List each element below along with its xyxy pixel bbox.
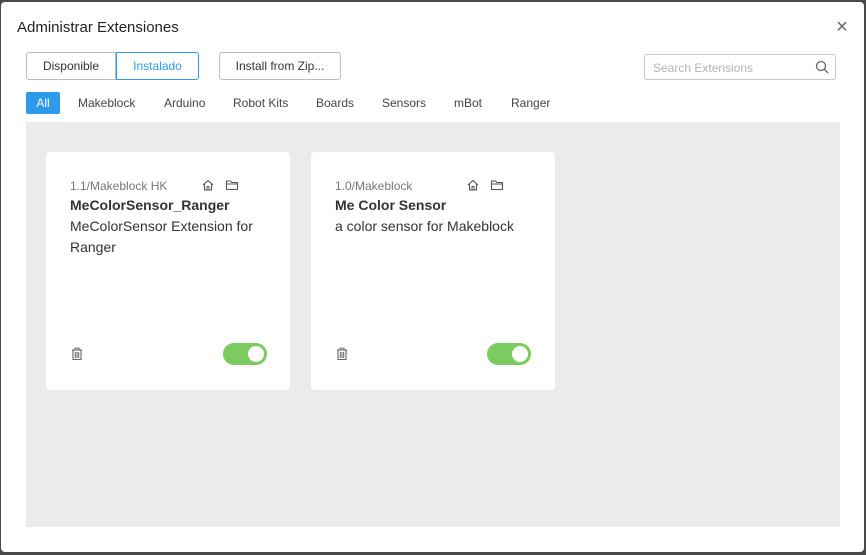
close-icon[interactable]: × [833,16,851,38]
home-icon[interactable] [466,178,480,192]
trash-icon[interactable] [335,347,349,361]
category-arduino[interactable]: Arduino [164,92,205,114]
extension-card: 1.0/Makeblock Me Color Sensor a color se… [311,152,555,390]
category-ranger[interactable]: Ranger [511,92,550,114]
category-robot-kits[interactable]: Robot Kits [233,92,288,114]
manage-extensions-dialog: Administrar Extensiones × Disponible Ins… [1,2,864,552]
enable-toggle[interactable] [223,343,267,365]
extension-name: MeColorSensor_Ranger [70,197,230,213]
availability-toggle-group: Disponible Instalado [26,52,199,80]
category-sensors[interactable]: Sensors [382,92,426,114]
toggle-knob [512,346,528,362]
folder-icon[interactable] [225,178,239,192]
enable-toggle[interactable] [487,343,531,365]
category-makeblock[interactable]: Makeblock [78,92,135,114]
extension-description: MeColorSensor Extension for Ranger [70,218,253,255]
category-mbot[interactable]: mBot [454,92,482,114]
extension-version: 1.1/Makeblock HK [70,179,168,193]
extension-version: 1.0/Makeblock [335,179,413,193]
toggle-knob [248,346,264,362]
install-from-zip-button[interactable]: Install from Zip... [219,52,341,80]
category-all[interactable]: All [26,92,60,114]
search-box [644,54,836,80]
search-input[interactable] [651,58,815,78]
extension-description: a color sensor for Makeblock [335,218,514,234]
category-boards[interactable]: Boards [316,92,354,114]
search-icon[interactable] [815,60,829,74]
trash-icon[interactable] [70,347,84,361]
tab-available[interactable]: Disponible [26,52,116,80]
folder-icon[interactable] [490,178,504,192]
extension-name: Me Color Sensor [335,197,447,213]
dialog-title: Administrar Extensiones [17,19,179,36]
extension-card: 1.1/Makeblock HK MeColorSensor_Ranger Me… [46,152,290,390]
extensions-grid: 1.1/Makeblock HK MeColorSensor_Ranger Me… [26,122,840,527]
tab-installed[interactable]: Instalado [116,52,199,80]
home-icon[interactable] [201,178,215,192]
